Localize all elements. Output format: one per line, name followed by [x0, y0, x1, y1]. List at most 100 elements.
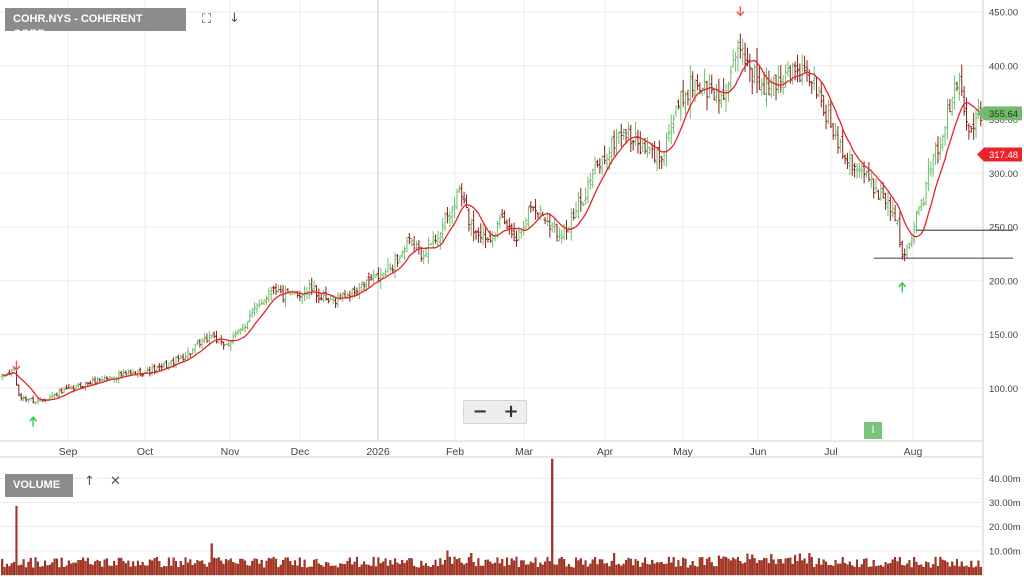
symbol-title[interactable]: COHR.NYS - COHERENT CORP. — [5, 8, 186, 40]
candle — [765, 67, 769, 108]
volume-bar — [948, 566, 951, 576]
volume-bar — [5, 563, 8, 576]
volume-bar — [358, 567, 361, 576]
volume-bar — [751, 554, 754, 576]
candle — [560, 229, 564, 245]
expand-icon[interactable]: ⛶ — [202, 13, 211, 27]
x-tick-label: Jun — [750, 446, 767, 458]
candle — [534, 198, 538, 220]
volume-bar — [648, 564, 651, 576]
candle — [736, 39, 740, 72]
volume-bar — [363, 561, 366, 576]
volume-bar — [744, 562, 747, 576]
volume-bar — [560, 556, 563, 576]
candle — [893, 204, 897, 222]
volume-bar — [589, 563, 592, 576]
volume-bar — [867, 566, 870, 576]
candle — [695, 74, 699, 91]
candle — [812, 66, 816, 91]
volume-bar — [265, 560, 268, 576]
volume-bar — [296, 565, 299, 576]
volume-bar — [865, 558, 868, 576]
volume-bar — [608, 566, 611, 576]
volume-bar — [167, 557, 170, 576]
volume-bar — [474, 566, 478, 576]
candle — [662, 150, 666, 166]
candle — [117, 369, 121, 384]
volume-bar — [360, 564, 363, 576]
volume-bar — [55, 558, 58, 576]
volume-bar — [524, 564, 528, 576]
candle — [619, 123, 623, 147]
candle — [448, 211, 452, 227]
volume-bar — [889, 563, 892, 576]
volume-bar — [594, 557, 597, 576]
candle — [591, 168, 595, 189]
volume-bar — [391, 564, 394, 576]
volume-bar — [639, 566, 642, 576]
volume-bar — [882, 566, 885, 576]
volume-bar — [234, 563, 237, 576]
candle — [943, 125, 947, 146]
zoom-in-button[interactable]: + — [496, 401, 526, 423]
candle — [410, 238, 414, 247]
candle — [972, 112, 976, 141]
signals — [12, 6, 907, 427]
volume-bar — [365, 564, 368, 576]
zoom-controls: − + — [463, 400, 527, 424]
volume-bar — [434, 559, 437, 576]
volume-bar — [651, 559, 654, 576]
candle — [641, 138, 645, 152]
candle — [905, 244, 909, 260]
volume-bar — [851, 565, 854, 576]
volume-bar — [208, 562, 211, 576]
candle — [336, 292, 340, 308]
volume-bar — [732, 557, 735, 576]
candle — [100, 375, 104, 382]
volume-bar — [953, 565, 956, 576]
candle — [707, 73, 711, 99]
volume-bar — [122, 561, 125, 576]
candle — [298, 290, 302, 302]
volume-bar — [620, 565, 623, 576]
candle — [900, 240, 904, 260]
volume-bar — [422, 565, 425, 576]
volume-label[interactable]: VOLUME — [5, 474, 73, 497]
volume-bar — [975, 566, 978, 576]
event-flag[interactable]: I — [864, 422, 882, 439]
volume-bar — [660, 562, 663, 576]
volume-bar — [46, 565, 49, 576]
volume-bar — [310, 566, 313, 576]
up-arrow-icon[interactable]: ↑ — [84, 475, 95, 489]
volume-bar — [236, 563, 239, 576]
volume-bar — [117, 557, 120, 576]
volume-bar — [413, 565, 416, 576]
volume-bar — [870, 566, 873, 576]
volume-bar — [374, 566, 378, 576]
candle — [576, 191, 580, 219]
volume-bar — [903, 565, 906, 576]
volume-bar — [120, 557, 123, 576]
volume-bar — [786, 558, 789, 576]
volume-bar — [189, 559, 192, 576]
candle — [148, 366, 152, 377]
volume-bar — [536, 567, 539, 576]
volume-bar — [922, 567, 925, 576]
volume-bar — [477, 558, 480, 576]
volume-bar — [308, 566, 311, 576]
volume-bar — [336, 567, 339, 576]
candle — [967, 123, 971, 140]
volume-bar — [672, 557, 675, 576]
candle — [441, 218, 445, 242]
volume-bar — [767, 563, 770, 576]
volume-bar — [455, 559, 459, 576]
zoom-out-button[interactable]: − — [465, 401, 495, 423]
down-arrow-icon[interactable]: ↓ — [229, 12, 240, 26]
candle — [688, 65, 692, 119]
volume-bar — [829, 565, 832, 576]
y-tick-label: 150.00 — [989, 330, 1018, 341]
volume-bar — [424, 563, 428, 576]
close-icon[interactable]: ✕ — [110, 475, 121, 489]
volume-bar — [720, 558, 723, 576]
volume-bar — [929, 567, 932, 576]
